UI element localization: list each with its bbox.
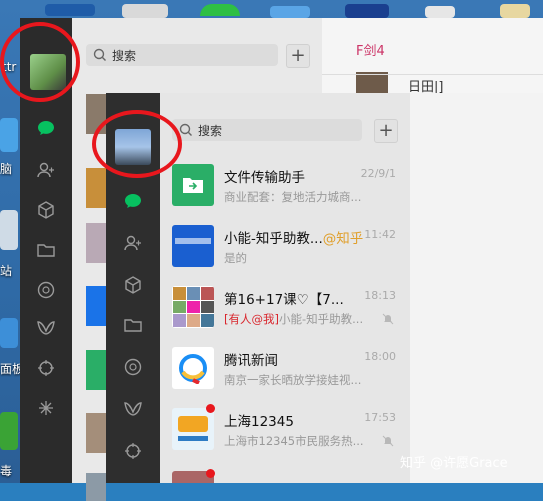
chat-row-tencent-news[interactable]: 腾讯新闻 18:00 南京一家长晒放学接娃视... — [160, 338, 410, 399]
shanghai-12345-avatar — [172, 408, 214, 450]
search-icon — [93, 48, 106, 61]
tencent-news-avatar — [172, 347, 214, 389]
zhihu-tag: @知乎 — [322, 231, 364, 247]
chat-name: 小能-知乎助教...@知乎 — [224, 227, 363, 247]
unread-badge — [206, 404, 215, 413]
desktop-label: 站 — [0, 264, 13, 278]
channels-butterfly-icon[interactable] — [36, 318, 56, 338]
chat-preview: [有人@我]小能-知乎助教... — [224, 311, 363, 327]
favorites-cube-icon[interactable] — [123, 275, 143, 295]
chat-icon[interactable] — [36, 118, 56, 138]
chat-time: 17:53 — [364, 411, 396, 424]
chat-header-badge: F剑4 — [356, 44, 385, 59]
chat-row-shanghai-12345[interactable]: 上海12345 17:53 上海市12345市民服务热... — [160, 399, 410, 460]
chat-name: 腾讯新闻 — [224, 353, 278, 369]
front-add-button[interactable]: + — [374, 119, 398, 143]
watermark: 知乎 @许愿Grace — [400, 456, 508, 471]
back-list-avatar[interactable] — [86, 350, 106, 390]
chat-name-text: 小能-知乎助教... — [224, 231, 323, 247]
chat-preview: 南京一家长晒放学接娃视... — [224, 373, 362, 387]
back-list-avatar[interactable] — [86, 473, 106, 501]
chat-name: 上海12345 — [224, 414, 294, 430]
desktop-app-icon[interactable] — [500, 4, 530, 18]
search-placeholder: 搜索 — [112, 48, 137, 63]
search-placeholder: 搜索 — [198, 123, 223, 138]
security-shield-icon[interactable] — [0, 412, 18, 450]
tencent-news-logo-icon — [179, 354, 207, 384]
contacts-icon[interactable] — [123, 233, 143, 253]
contacts-icon[interactable] — [36, 160, 56, 180]
back-list-avatar[interactable] — [86, 413, 106, 453]
moments-aperture-icon[interactable] — [123, 357, 143, 377]
chat-divider — [322, 74, 543, 75]
chat-preview: 上海市12345市民服务热... — [224, 434, 364, 448]
mute-bell-icon — [382, 313, 394, 325]
desktop-label: 毒 — [0, 464, 13, 478]
zhihu-avatar — [172, 225, 214, 267]
search-network-icon[interactable] — [123, 441, 143, 461]
unread-badge — [206, 469, 215, 478]
back-search-box[interactable]: 搜索 — [86, 44, 278, 66]
control-panel-icon[interactable] — [0, 318, 18, 348]
desktop-folder-icon[interactable] — [270, 6, 310, 18]
chat-icon[interactable] — [123, 191, 143, 211]
recycle-bin-icon[interactable] — [0, 210, 18, 250]
preview-text: 小能-知乎助教... — [278, 312, 364, 326]
back-add-button[interactable]: + — [286, 44, 310, 68]
front-window-chat-panel — [410, 93, 543, 483]
chat-name: 第16+17课♡【7... — [224, 292, 344, 308]
chat-row-course-group[interactable]: 第16+17课♡【7... 18:13 [有人@我]小能-知乎助教... — [160, 277, 410, 338]
desktop-app-icon[interactable] — [345, 4, 389, 18]
favorites-cube-icon[interactable] — [36, 200, 56, 220]
chat-time: 22/9/1 — [360, 167, 396, 180]
highlight-circle-front-avatar — [92, 110, 182, 178]
moments-aperture-icon[interactable] — [36, 280, 56, 300]
chat-time: 18:13 — [364, 289, 396, 302]
front-search-box[interactable]: 搜索 — [172, 119, 362, 141]
file-transfer-avatar — [172, 164, 214, 206]
folder-arrow-icon — [183, 178, 203, 193]
mute-bell-icon — [382, 435, 394, 447]
search-network-icon[interactable] — [36, 358, 56, 378]
channels-butterfly-icon[interactable] — [123, 399, 143, 419]
chat-preview: 是的 — [224, 251, 247, 265]
back-list-avatar[interactable] — [86, 286, 106, 326]
chat-preview: 商业配套：复地活力城商... — [224, 190, 362, 204]
desktop-app-icon[interactable] — [425, 6, 455, 18]
desktop-label: 脑 — [0, 162, 13, 176]
chat-time: 11:42 — [364, 228, 396, 241]
chat-row-zhihu-assistant[interactable]: 小能-知乎助教...@知乎 11:42 是的 — [160, 216, 410, 277]
computer-icon[interactable] — [0, 118, 18, 152]
desktop-app-icon[interactable] — [200, 4, 240, 16]
chat-row-file-transfer[interactable]: 文件传输助手 22/9/1 商业配套：复地活力城商... — [160, 155, 410, 216]
back-list-avatar[interactable] — [86, 168, 106, 208]
chat-name: 文件传输助手 — [224, 170, 305, 186]
folder-icon[interactable] — [36, 240, 56, 260]
group-avatar — [172, 286, 214, 328]
front-window-chat-list: 搜索 + 文件传输助手 22/9/1 商业配套：复地活力城商... 小能-知乎助… — [160, 93, 410, 483]
desktop-app-icon[interactable] — [122, 4, 168, 18]
mention-tag: [有人@我] — [224, 312, 279, 326]
highlight-circle-back-avatar — [0, 22, 80, 102]
desktop-app-icon[interactable] — [45, 4, 95, 16]
mini-programs-icon[interactable] — [36, 398, 56, 418]
back-list-avatar[interactable] — [86, 223, 106, 263]
folder-icon[interactable] — [123, 315, 143, 335]
chat-time: 18:00 — [364, 350, 396, 363]
